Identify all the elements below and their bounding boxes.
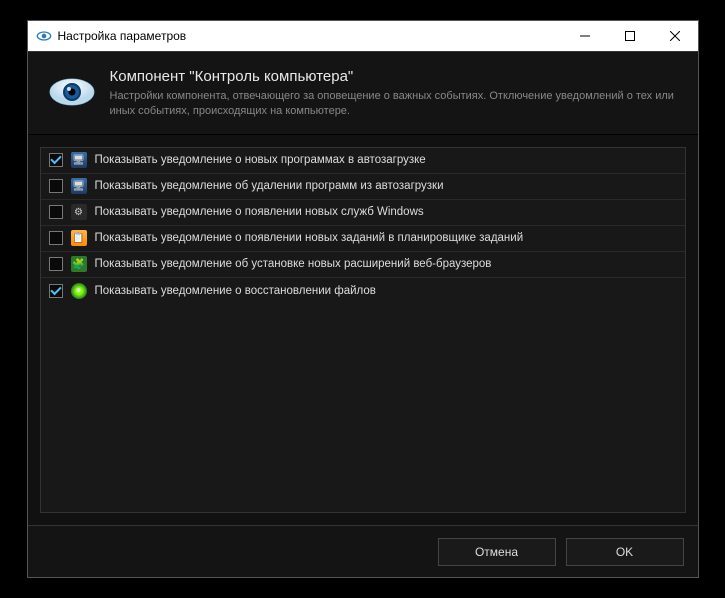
option-checkbox[interactable] [49,231,63,245]
header-text: Компонент "Контроль компьютера" Настройк… [110,68,678,120]
service-icon: ⚙ [71,204,87,220]
header-subheading: Настройки компонента, отвечающего за опо… [110,89,678,120]
option-checkbox[interactable] [49,257,63,271]
option-checkbox[interactable] [49,179,63,193]
option-label: Показывать уведомление об установке новы… [95,258,492,270]
option-label: Показывать уведомление о появлении новых… [95,206,424,218]
option-row[interactable]: 📋 Показывать уведомление о появлении новы… [41,226,685,252]
option-row[interactable]: 🖥 Показывать уведомление об удалении прог… [41,174,685,200]
footer: Отмена OK [28,525,698,577]
option-row[interactable]: ● Показывать уведомление о восстановлении… [41,278,685,304]
ok-button[interactable]: OK [566,538,684,566]
program-add-icon: 🖥 [71,152,87,168]
minimize-button[interactable] [563,21,608,51]
scheduler-icon: 📋 [71,230,87,246]
options-list: 🖥 Показывать уведомление о новых программ… [40,147,686,513]
close-button[interactable] [653,21,698,51]
titlebar: Настройка параметров [28,21,698,51]
option-row[interactable]: 🧩 Показывать уведомление об установке нов… [41,252,685,278]
option-checkbox[interactable] [49,153,63,167]
extension-icon: 🧩 [71,256,87,272]
restore-icon: ● [71,283,87,299]
maximize-button[interactable] [608,21,653,51]
option-row[interactable]: ⚙ Показывать уведомление о появлении новы… [41,200,685,226]
option-label: Показывать уведомление о появлении новых… [95,232,524,244]
option-label: Показывать уведомление об удалении прогр… [95,180,444,192]
cancel-button[interactable]: Отмена [438,538,556,566]
component-eye-icon [48,68,96,116]
option-checkbox[interactable] [49,205,63,219]
option-label: Показывать уведомление о восстановлении … [95,285,376,297]
header-heading: Компонент "Контроль компьютера" [110,68,678,85]
settings-window: Настройка параметров [27,20,699,578]
window-title: Настройка параметров [58,29,563,43]
app-eye-icon [36,28,52,44]
program-remove-icon: 🖥 [71,178,87,194]
option-row[interactable]: 🖥 Показывать уведомление о новых программ… [41,148,685,174]
header: Компонент "Контроль компьютера" Настройк… [28,52,698,135]
option-label: Показывать уведомление о новых программа… [95,154,426,166]
option-checkbox[interactable] [49,284,63,298]
client-area: Компонент "Контроль компьютера" Настройк… [28,51,698,577]
